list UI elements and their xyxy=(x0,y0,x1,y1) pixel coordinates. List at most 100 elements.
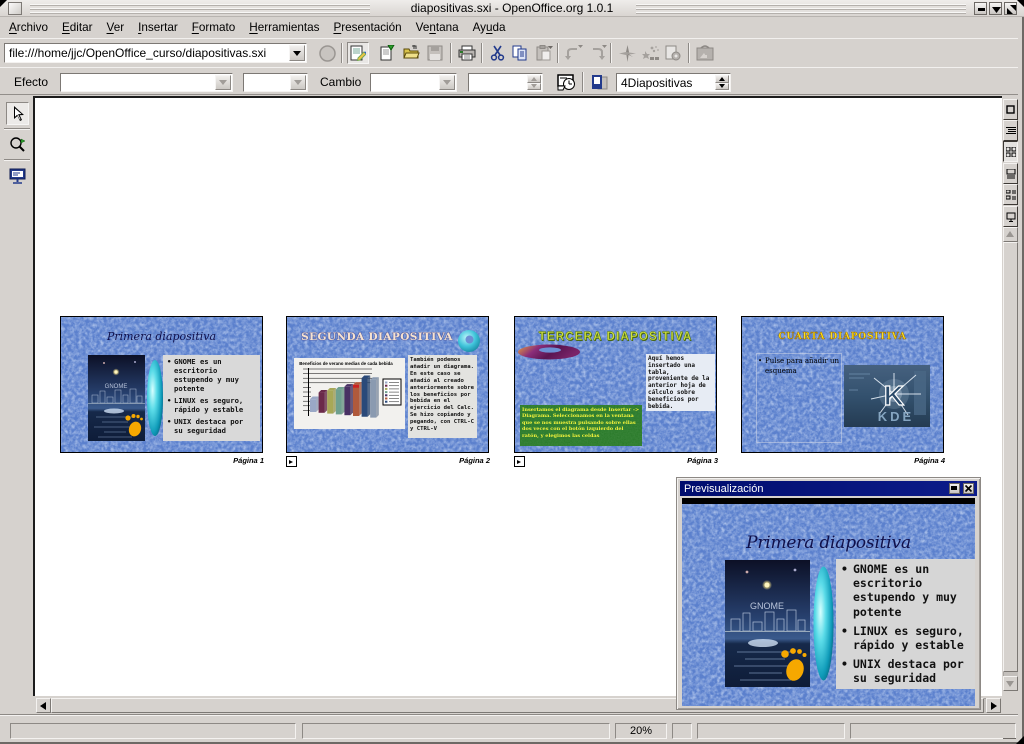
slides-per-row-value[interactable]: 4Diapositivas xyxy=(621,76,692,90)
preview-window[interactable]: Previsualización Primera diapositiva xyxy=(676,477,981,710)
menu-archivo[interactable]: Archivo xyxy=(2,19,55,36)
slide4-title: CUARTA DIAPOSITIVA xyxy=(742,332,943,342)
vscroll-up-button[interactable] xyxy=(1003,227,1018,242)
url-value[interactable]: file:///home/jjc/OpenOffice_curso/diapos… xyxy=(9,46,287,60)
bar-chart: Beneficios de verano medias de cada bebi… xyxy=(294,358,405,429)
stylist-button[interactable] xyxy=(640,42,662,64)
stop-button[interactable] xyxy=(316,42,338,64)
bullet-item: LINUX es seguro, rápido y estable xyxy=(167,396,252,414)
toolbar-separator xyxy=(450,43,452,63)
menu-insertar[interactable]: Insertar xyxy=(131,19,185,36)
copy-icon xyxy=(512,45,528,61)
status-cell-template xyxy=(850,723,1016,739)
effect-dropdown-button[interactable] xyxy=(215,75,231,90)
slides-per-row-spin-buttons[interactable] xyxy=(715,75,729,90)
kde-image: K KDE xyxy=(844,365,930,427)
bullet-item: UNIX destaca por su seguridad xyxy=(841,657,975,685)
change-combobox[interactable] xyxy=(370,73,457,92)
bullet-item: UNIX destaca por su seguridad xyxy=(167,417,252,435)
print-button[interactable] xyxy=(456,42,478,64)
preview-title: Previsualización xyxy=(680,483,763,495)
navigator-button[interactable] xyxy=(616,42,638,64)
zoom-tool-button[interactable] xyxy=(6,133,29,156)
page-label-3: Página 3 xyxy=(515,456,718,465)
open-folder-icon xyxy=(403,45,420,61)
toolbar-separator xyxy=(4,128,30,130)
slide-thumbnail-4[interactable]: CUARTA DIAPOSITIVA Pulse para añadir un … xyxy=(741,316,944,453)
close-button[interactable] xyxy=(1004,2,1017,15)
hscroll-left-button[interactable] xyxy=(36,698,51,713)
bullet-item: LINUX es seguro, rápido y estable xyxy=(841,624,975,652)
page-label-2: Página 2 xyxy=(287,456,490,465)
undo-button[interactable] xyxy=(563,42,585,64)
menu-presentacion[interactable]: Presentación xyxy=(326,19,408,36)
chart-title: Beneficios de verano medias de cada bebi… xyxy=(299,361,393,366)
paste-button[interactable] xyxy=(533,42,555,64)
menu-formato[interactable]: Formato xyxy=(185,19,243,36)
handout-view-button[interactable] xyxy=(1003,184,1018,205)
chart-area: Beneficios de verano medias de cada bebi… xyxy=(294,358,405,429)
start-presentation-button[interactable] xyxy=(1003,206,1018,227)
new-document-button[interactable] xyxy=(376,42,398,64)
autopilot-button[interactable] xyxy=(661,42,683,64)
hscroll-right-button[interactable] xyxy=(986,698,1001,713)
navigator-icon xyxy=(619,45,636,62)
menu-ayuda[interactable]: Ayuda xyxy=(466,19,513,36)
cut-button[interactable] xyxy=(486,42,508,64)
preview-close-button[interactable] xyxy=(963,483,974,494)
efecto-label: Efecto xyxy=(14,75,48,89)
vscroll-thumb[interactable] xyxy=(1003,242,1018,672)
url-dropdown-button[interactable] xyxy=(289,45,305,61)
statusbar: 20% xyxy=(0,714,1024,740)
redo-button[interactable] xyxy=(587,42,609,64)
slide-thumbnail-3[interactable]: TERCERA DIAPOSITIVA Aquí hemos insertado… xyxy=(514,316,717,453)
speed-dropdown-button[interactable] xyxy=(290,75,306,90)
edit-file-button[interactable] xyxy=(347,42,369,64)
slides-per-row-button[interactable] xyxy=(588,71,610,93)
rehearse-timings-button[interactable] xyxy=(555,71,577,93)
menu-ver[interactable]: Ver xyxy=(100,19,132,36)
gnome-label: GNOME xyxy=(105,384,128,390)
copy-button[interactable] xyxy=(509,42,531,64)
slide-thumbnail-1[interactable]: Primera diapositiva GNOME xyxy=(60,316,263,453)
slide3-text-box: Aquí hemos insertado una tabla, provenie… xyxy=(646,354,715,411)
stop-icon xyxy=(319,45,336,62)
torus-3d-shape xyxy=(517,344,581,360)
shade-button[interactable] xyxy=(989,2,1002,15)
gnome-image: GNOME xyxy=(725,560,810,687)
time-spinner[interactable] xyxy=(468,73,543,92)
minimize-button[interactable] xyxy=(974,2,987,15)
slide-thumbnail-2[interactable]: SEGUNDA DIAPOSITIVA Beneficios de verano… xyxy=(286,316,489,453)
scroll-corner-right xyxy=(1001,696,1018,714)
preview-maximize-button[interactable] xyxy=(949,483,960,494)
gallery-icon xyxy=(696,45,714,61)
open-button[interactable] xyxy=(400,42,422,64)
titlebar[interactable]: diapositivas.sxi - OpenOffice.org 1.0.1 xyxy=(0,0,1024,17)
save-button[interactable] xyxy=(424,42,446,64)
select-tool-button[interactable] xyxy=(6,102,29,125)
redo-icon xyxy=(588,45,608,61)
vscroll-down-button[interactable] xyxy=(1003,676,1018,691)
drawing-view-icon xyxy=(1006,105,1015,114)
preview-titlebar[interactable]: Previsualización xyxy=(680,481,977,496)
presentation-tool-button[interactable] xyxy=(6,164,29,187)
slide-view-button[interactable] xyxy=(1003,141,1018,162)
drawing-view-button[interactable] xyxy=(1003,99,1018,120)
notes-view-button[interactable] xyxy=(1003,163,1018,184)
slides-per-row-spinner[interactable]: 4Diapositivas xyxy=(616,73,731,92)
time-spin-buttons[interactable] xyxy=(527,75,541,90)
menu-editar[interactable]: Editar xyxy=(55,19,100,36)
gallery-button[interactable] xyxy=(694,42,716,64)
minimize-icon xyxy=(976,4,987,15)
status-cell-zoom[interactable]: 20% xyxy=(615,723,667,739)
slide2-title: SEGUNDA DIAPOSITIVA xyxy=(287,331,467,343)
effect-speed-combobox[interactable] xyxy=(243,73,308,92)
menu-herramientas[interactable]: Herramientas xyxy=(242,19,326,36)
application-window: diapositivas.sxi - OpenOffice.org 1.0.1 … xyxy=(0,0,1024,744)
effect-combobox[interactable] xyxy=(60,73,233,92)
url-combobox[interactable]: file:///home/jjc/OpenOffice_curso/diapos… xyxy=(4,43,307,63)
change-dropdown-button[interactable] xyxy=(439,75,455,90)
menu-ventana[interactable]: Ventana xyxy=(409,19,466,36)
outline-view-button[interactable] xyxy=(1003,120,1018,141)
function-toolbar: file:///home/jjc/OpenOffice_curso/diapos… xyxy=(0,38,1024,66)
